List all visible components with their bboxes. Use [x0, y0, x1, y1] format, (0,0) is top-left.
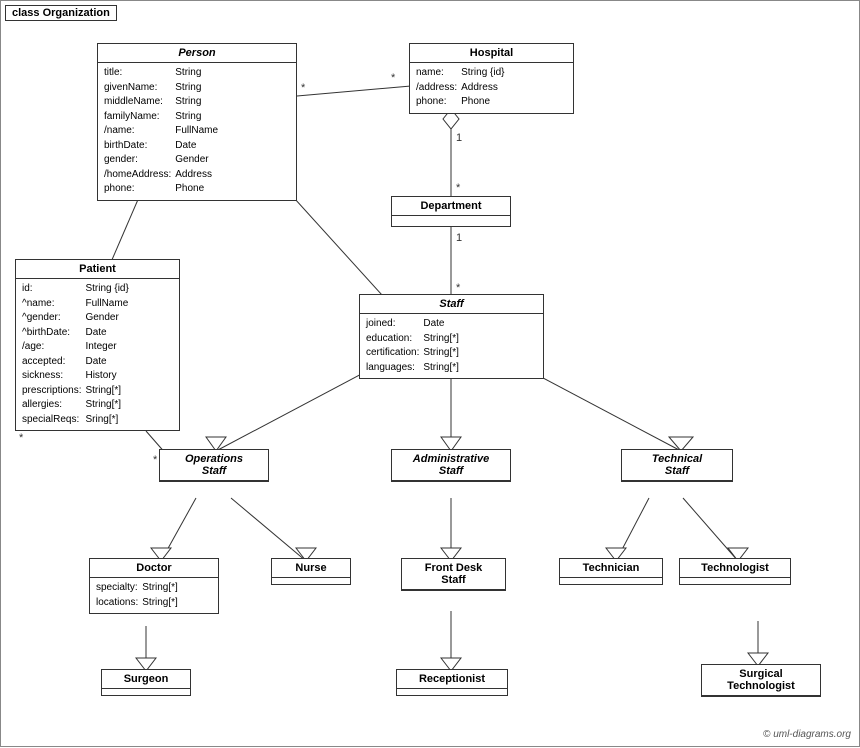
department-header: Department [392, 197, 510, 216]
svg-text:*: * [153, 454, 158, 466]
technologist-class: Technologist [679, 558, 791, 585]
copyright-text: © uml-diagrams.org [763, 729, 851, 740]
person-body: title:String givenName:String middleName… [98, 63, 296, 200]
svg-text:1: 1 [456, 232, 462, 244]
administrative-staff-class: Administrative Staff [391, 449, 511, 482]
technical-staff-class: Technical Staff [621, 449, 733, 482]
doctor-body: specialty:String[*] locations:String[*] [90, 578, 218, 613]
svg-text:*: * [301, 82, 306, 94]
operations-staff-header: Operations Staff [160, 450, 268, 481]
surgeon-body [102, 689, 190, 695]
department-class: Department [391, 196, 511, 227]
technical-staff-header: Technical Staff [622, 450, 732, 481]
nurse-header: Nurse [272, 559, 350, 578]
technician-class: Technician [559, 558, 663, 585]
administrative-staff-header: Administrative Staff [392, 450, 510, 481]
staff-body: joined:Date education:String[*] certific… [360, 314, 543, 378]
receptionist-header: Receptionist [397, 670, 507, 689]
hospital-header: Hospital [410, 44, 573, 63]
svg-text:1: 1 [456, 132, 462, 144]
technician-header: Technician [560, 559, 662, 578]
nurse-body [272, 578, 350, 584]
svg-text:*: * [456, 182, 461, 194]
uml-diagram: class Organization * * 1 * 1 * * [0, 0, 860, 747]
svg-text:*: * [391, 72, 396, 84]
technologist-header: Technologist [680, 559, 790, 578]
diagram-title: class Organization [5, 5, 117, 21]
hospital-body: name:String {id} /address:Address phone:… [410, 63, 573, 113]
receptionist-class: Receptionist [396, 669, 508, 696]
staff-class: Staff joined:Date education:String[*] ce… [359, 294, 544, 379]
receptionist-body [397, 689, 507, 695]
doctor-class: Doctor specialty:String[*] locations:Str… [89, 558, 219, 614]
hospital-class: Hospital name:String {id} /address:Addre… [409, 43, 574, 114]
svg-text:*: * [19, 432, 24, 444]
surgeon-header: Surgeon [102, 670, 190, 689]
technologist-body [680, 578, 790, 584]
department-body [392, 216, 510, 226]
front-desk-header: Front Desk Staff [402, 559, 505, 590]
patient-body: id:String {id} ^name:FullName ^gender:Ge… [16, 279, 179, 430]
surgical-technologist-class: Surgical Technologist [701, 664, 821, 697]
person-class: Person title:String givenName:String mid… [97, 43, 297, 201]
surgical-technologist-header: Surgical Technologist [702, 665, 820, 696]
person-header: Person [98, 44, 296, 63]
patient-header: Patient [16, 260, 179, 279]
doctor-header: Doctor [90, 559, 218, 578]
surgeon-class: Surgeon [101, 669, 191, 696]
staff-header: Staff [360, 295, 543, 314]
nurse-class: Nurse [271, 558, 351, 585]
svg-text:*: * [456, 282, 461, 294]
patient-class: Patient id:String {id} ^name:FullName ^g… [15, 259, 180, 431]
front-desk-class: Front Desk Staff [401, 558, 506, 591]
technician-body [560, 578, 662, 584]
operations-staff-class: Operations Staff [159, 449, 269, 482]
